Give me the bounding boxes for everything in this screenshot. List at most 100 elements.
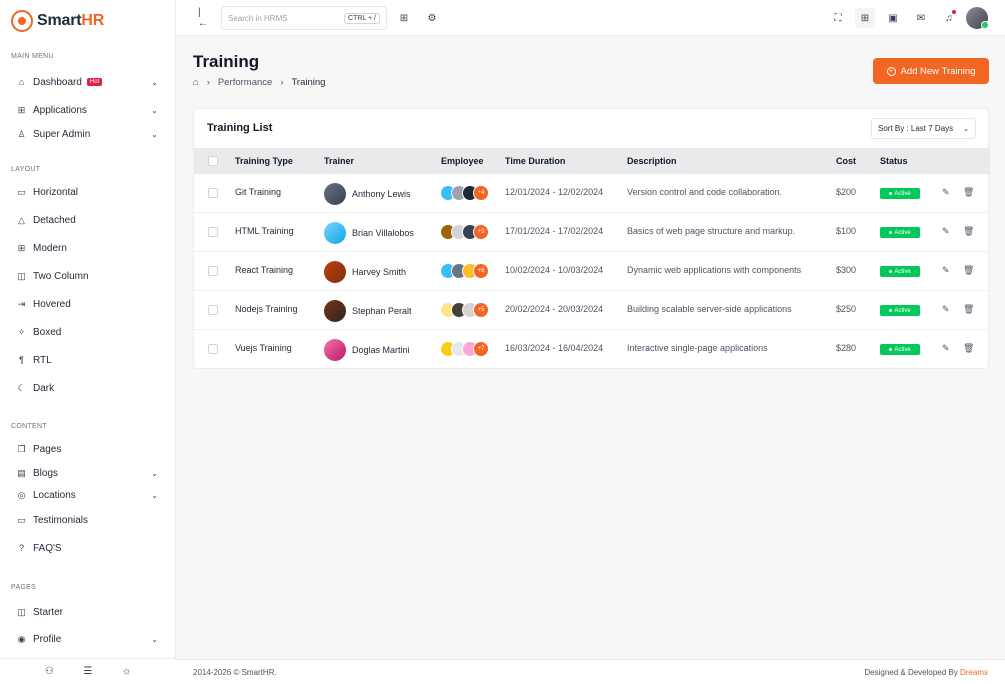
time-duration: 17/01/2024 - 17/02/2024 bbox=[505, 226, 604, 236]
chevron-down-icon: ⌄ bbox=[963, 125, 969, 133]
settings-icon[interactable]: ⚙ bbox=[426, 12, 438, 24]
column-status[interactable]: Status bbox=[880, 156, 908, 166]
columns-icon: ◫ bbox=[17, 270, 26, 281]
cost: $300 bbox=[836, 265, 857, 275]
trainer-avatar bbox=[324, 183, 346, 205]
column-description[interactable]: Description bbox=[627, 156, 677, 166]
sun-icon[interactable]: ☼ bbox=[122, 666, 131, 677]
column-employee[interactable]: Employee bbox=[441, 156, 484, 166]
sidebar-item-horizontal[interactable]: ▭ Horizontal bbox=[17, 183, 162, 201]
trainer: Brian Villalobos bbox=[324, 222, 414, 244]
column-time-duration[interactable]: Time Duration bbox=[505, 156, 565, 166]
status-badge: Active bbox=[880, 344, 920, 355]
description: Basics of web page structure and markup. bbox=[627, 226, 796, 236]
pages-icon: ❐ bbox=[17, 443, 26, 454]
notification-dot bbox=[952, 10, 956, 14]
sidebar-item-detached[interactable]: △ Detached bbox=[17, 211, 162, 229]
section-layout: LAYOUT bbox=[11, 166, 41, 173]
logo-icon bbox=[11, 10, 33, 32]
mail-icon[interactable]: ✉ bbox=[911, 8, 931, 28]
sidebar-item-faqs[interactable]: ? FAQ'S bbox=[17, 539, 162, 557]
training-type: React Training bbox=[235, 265, 294, 275]
search-input[interactable] bbox=[228, 13, 338, 23]
description: Building scalable server-side applicatio… bbox=[627, 304, 792, 314]
page-footer: 2014-2026 © SmartHR. Designed & Develope… bbox=[176, 659, 1005, 684]
row-checkbox[interactable] bbox=[208, 188, 218, 198]
sidebar-item-dashboard[interactable]: ⌂ Dashboard Hot ⌄ bbox=[17, 73, 162, 91]
sidebar-footer: ⚇ ☰ ☼ bbox=[0, 658, 176, 684]
sidebar-item-rtl[interactable]: ¶ RTL bbox=[17, 351, 162, 369]
sidebar-item-two-column[interactable]: ◫ Two Column bbox=[17, 267, 162, 285]
employee-avatars[interactable]: +4 bbox=[440, 185, 489, 201]
sidebar-item-starter[interactable]: ◫ Starter bbox=[17, 603, 162, 621]
sidebar-item-applications[interactable]: ⊞ Applications ⌄ bbox=[17, 101, 162, 119]
chevron-down-icon: ⌄ bbox=[151, 129, 158, 139]
trash-icon[interactable]: 🗑 bbox=[963, 187, 974, 198]
sidebar-item-modern[interactable]: ⊞ Modern bbox=[17, 239, 162, 257]
question-icon: ? bbox=[18, 543, 24, 553]
sidebar-item-pages[interactable]: ❐ Pages bbox=[17, 440, 162, 458]
select-all-checkbox[interactable] bbox=[208, 156, 218, 166]
breadcrumb-current: Training bbox=[291, 77, 326, 88]
search-box[interactable]: CTRL + / bbox=[221, 6, 387, 30]
users-icon[interactable]: ⚇ bbox=[45, 666, 54, 677]
sidebar-item-boxed[interactable]: ✧ Boxed bbox=[17, 323, 162, 341]
add-new-training-button[interactable]: + Add New Training bbox=[873, 58, 989, 84]
edit-icon[interactable]: ✎ bbox=[942, 226, 950, 237]
sidebar-item-dark[interactable]: ☾ Dark bbox=[17, 379, 162, 397]
trash-icon[interactable]: 🗑 bbox=[963, 226, 974, 237]
sort-dropdown[interactable]: Sort By : Last 7 Days ⌄ bbox=[871, 118, 976, 139]
trash-icon[interactable]: 🗑 bbox=[963, 343, 974, 354]
row-checkbox[interactable] bbox=[208, 305, 218, 315]
chat-icon[interactable]: ▣ bbox=[883, 8, 903, 28]
more-employees-count: +4 bbox=[473, 185, 489, 201]
time-duration: 10/02/2024 - 10/03/2024 bbox=[505, 265, 604, 275]
column-cost[interactable]: Cost bbox=[836, 156, 856, 166]
trainer-avatar bbox=[324, 261, 346, 283]
table-row: React Training Harvey Smith +6 10/02/202… bbox=[194, 252, 990, 291]
employee-avatars[interactable]: +6 bbox=[440, 263, 489, 279]
edit-icon[interactable]: ✎ bbox=[942, 187, 950, 198]
apps-icon[interactable]: ⊞ bbox=[855, 8, 875, 28]
employee-avatars[interactable]: +7 bbox=[440, 341, 489, 357]
column-training-type[interactable]: Training Type bbox=[235, 156, 293, 166]
edit-icon[interactable]: ✎ bbox=[942, 343, 950, 354]
sidebar-item-super-admin[interactable]: ♙ Super Admin ⌄ bbox=[17, 125, 162, 143]
sidebar-item-profile[interactable]: ◉ Profile ⌄ bbox=[17, 630, 162, 648]
home-icon[interactable]: ⌂ bbox=[193, 77, 199, 88]
edit-icon[interactable]: ✎ bbox=[942, 265, 950, 276]
cost: $200 bbox=[836, 187, 857, 197]
breadcrumb-performance[interactable]: Performance bbox=[218, 77, 272, 88]
description: Interactive single-page applications bbox=[627, 343, 768, 353]
user-circle-icon: ◉ bbox=[17, 633, 26, 644]
employee-avatars[interactable]: +5 bbox=[440, 302, 489, 318]
training-type: Git Training bbox=[235, 187, 282, 197]
trainer-avatar bbox=[324, 300, 346, 322]
row-checkbox[interactable] bbox=[208, 266, 218, 276]
breadcrumb: ⌂ › Performance › Training bbox=[193, 77, 325, 88]
employee-avatars[interactable]: +3 bbox=[440, 224, 489, 240]
trash-icon[interactable]: 🗑 bbox=[963, 304, 974, 315]
row-checkbox[interactable] bbox=[208, 344, 218, 354]
brand-link[interactable]: Dreams bbox=[960, 668, 988, 677]
more-employees-count: +5 bbox=[473, 302, 489, 318]
apps-grid-icon[interactable]: ⊞ bbox=[398, 12, 410, 24]
fullscreen-icon[interactable]: ⛶ bbox=[828, 8, 848, 28]
edit-icon[interactable]: ✎ bbox=[942, 304, 950, 315]
sidebar-item-testimonials[interactable]: ▭ Testimonials bbox=[17, 511, 162, 529]
chevron-down-icon: ⌄ bbox=[151, 77, 158, 87]
trainer-avatar bbox=[324, 222, 346, 244]
row-checkbox[interactable] bbox=[208, 227, 218, 237]
list-icon[interactable]: ☰ bbox=[83, 666, 92, 677]
hot-badge: Hot bbox=[86, 78, 103, 86]
logo[interactable]: SmartHR bbox=[11, 9, 104, 33]
collapse-sidebar-icon[interactable]: |← bbox=[198, 7, 210, 29]
trash-icon[interactable]: 🗑 bbox=[963, 265, 974, 276]
sidebar-item-locations[interactable]: ◎ Locations ⌄ bbox=[17, 486, 162, 504]
bell-icon[interactable]: ♫ bbox=[939, 8, 959, 28]
sidebar-item-blogs[interactable]: ▤ Blogs ⌄ bbox=[17, 464, 162, 482]
card-title: Training List bbox=[207, 122, 273, 134]
column-trainer[interactable]: Trainer bbox=[324, 156, 354, 166]
user-avatar[interactable] bbox=[966, 7, 989, 29]
sidebar-item-hovered[interactable]: ⇥ Hovered bbox=[17, 295, 162, 313]
